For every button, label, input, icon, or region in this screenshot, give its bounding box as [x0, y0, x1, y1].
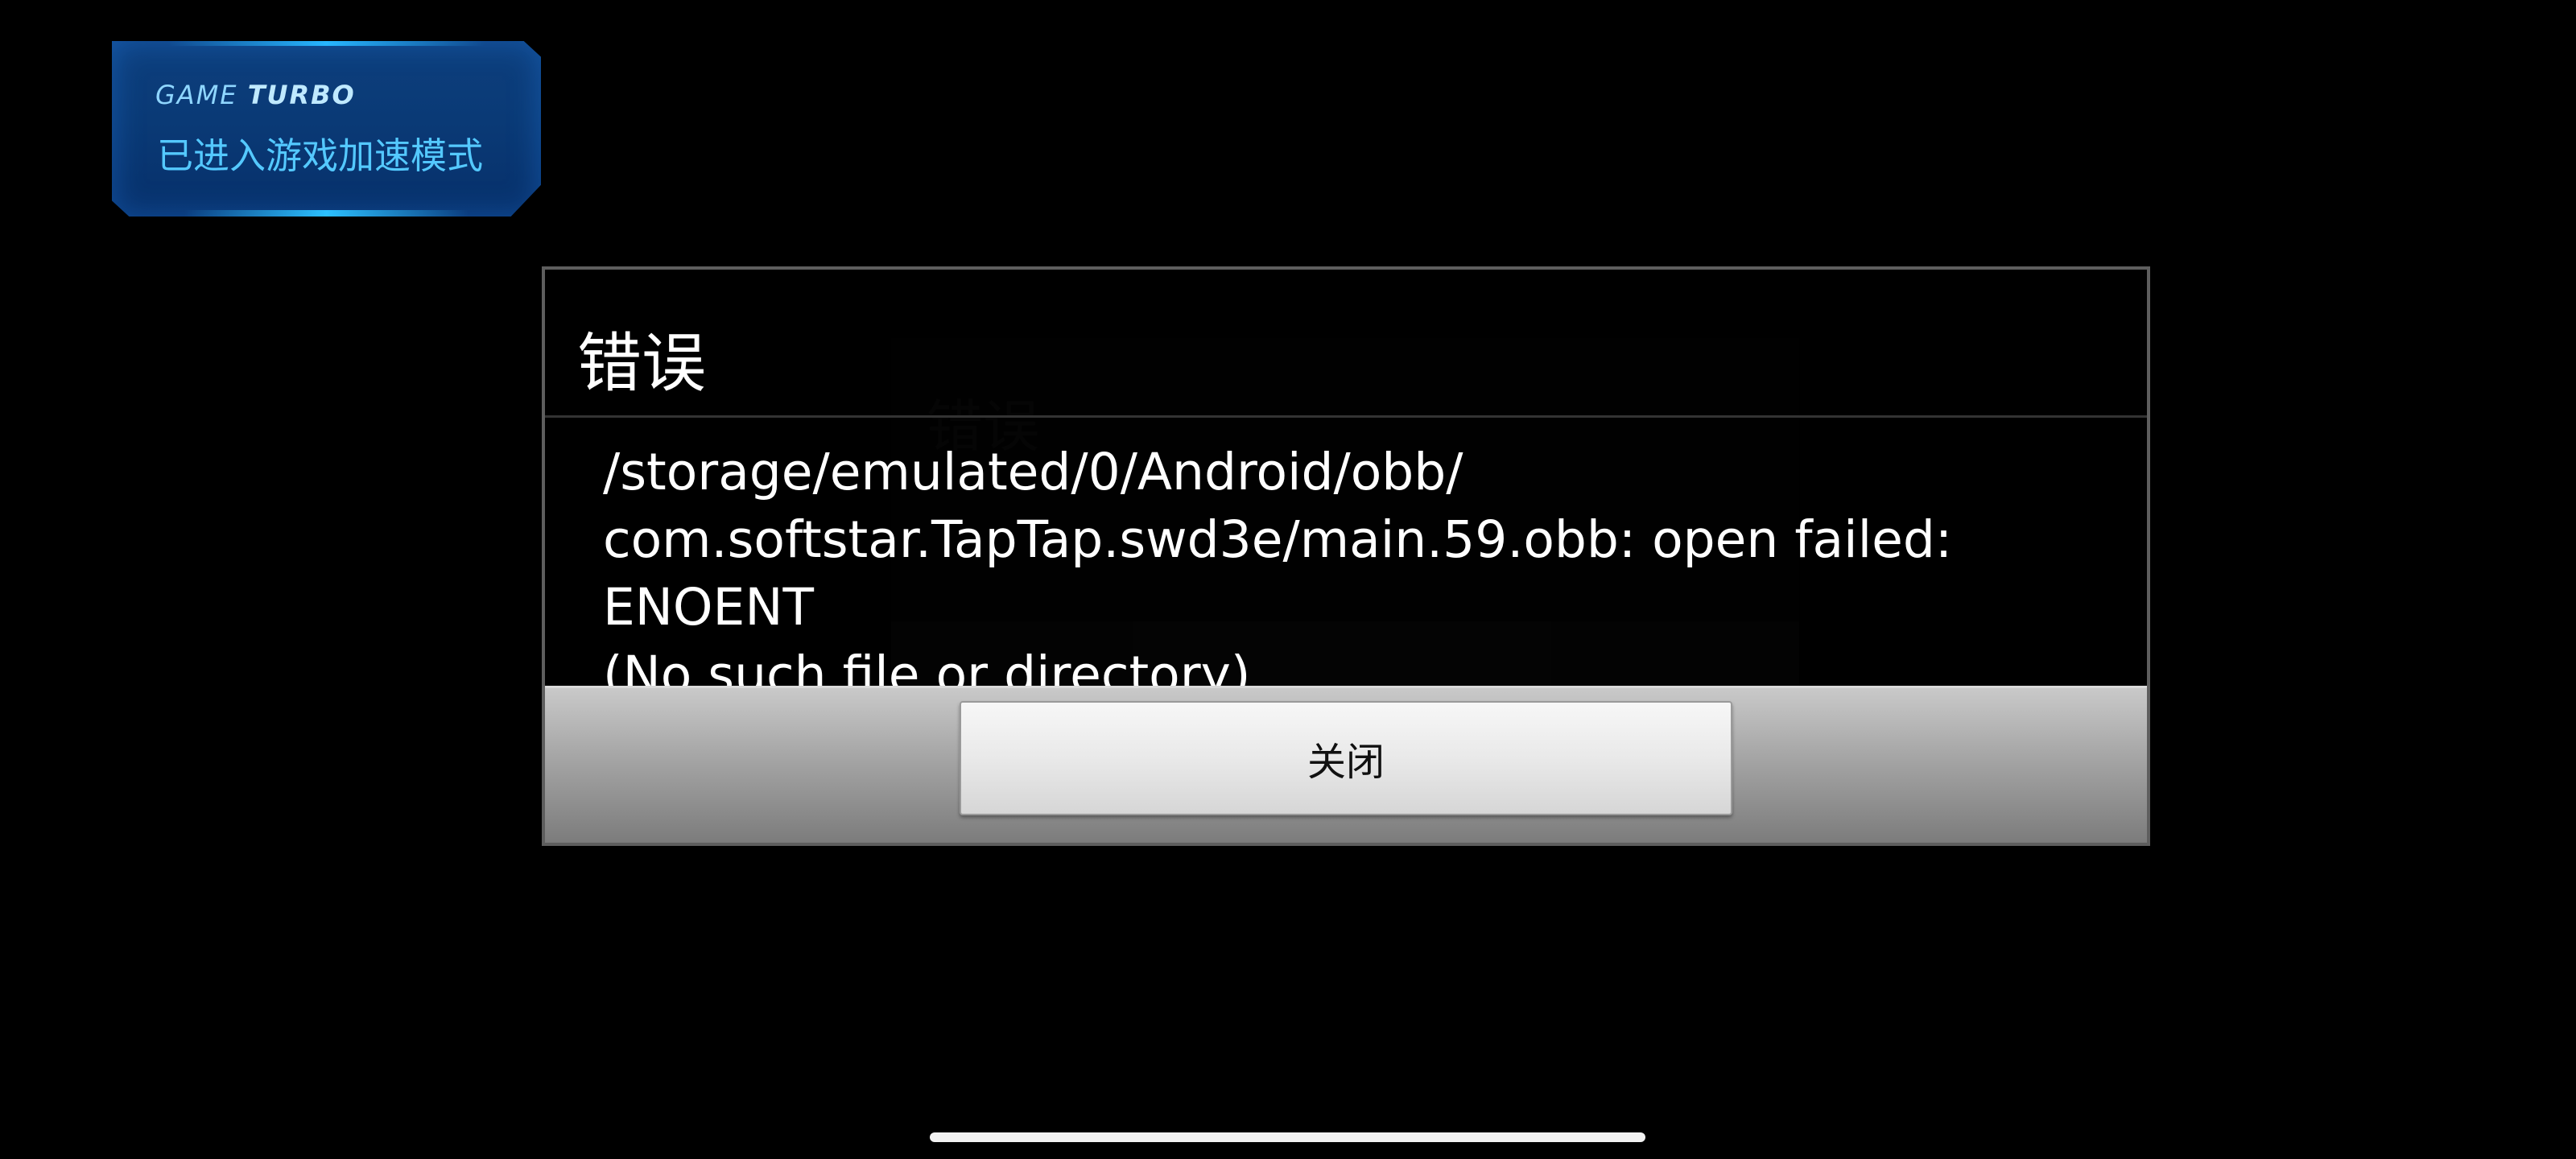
close-button-label: 关闭 [1307, 740, 1385, 785]
toast-glow-top [168, 41, 485, 46]
game-turbo-toast: GAME TURBO 已进入游戏加速模式 [112, 41, 541, 217]
dialog-title: 错误 [577, 326, 706, 401]
game-turbo-title-prefix: GAME [155, 80, 248, 110]
close-button[interactable]: 关闭 [960, 701, 1732, 815]
error-dialog: 错误 /storage/emulated/0/Android/obb/ com.… [542, 266, 2150, 846]
home-indicator-bar[interactable] [930, 1132, 1645, 1142]
game-turbo-title-bold: TURBO [247, 80, 356, 110]
toast-glow-bottom [184, 210, 469, 217]
game-turbo-title: GAME TURBO [155, 80, 356, 110]
dialog-footer: 关闭 [545, 686, 2147, 843]
game-turbo-message: 已进入游戏加速模式 [157, 134, 484, 177]
dialog-message: /storage/emulated/0/Android/obb/ com.sof… [603, 443, 1953, 704]
dialog-divider [545, 415, 2147, 418]
